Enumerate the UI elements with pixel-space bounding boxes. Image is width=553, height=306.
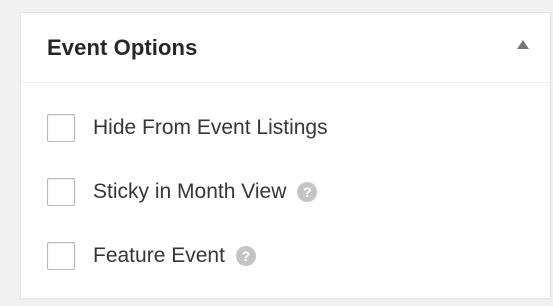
feature-event-checkbox[interactable] bbox=[47, 242, 75, 270]
event-options-panel: Event Options Hide From Event Listings S… bbox=[20, 12, 551, 299]
panel-header[interactable]: Event Options bbox=[21, 13, 550, 83]
panel-title: Event Options bbox=[47, 35, 198, 60]
feature-event-label[interactable]: Feature Event bbox=[93, 243, 225, 269]
option-feature-event: Feature Event ? bbox=[47, 239, 256, 273]
option-hide-from-event-listings: Hide From Event Listings bbox=[47, 111, 328, 145]
hide-from-event-listings-label[interactable]: Hide From Event Listings bbox=[93, 115, 328, 141]
triangle-up-icon[interactable] bbox=[517, 40, 529, 49]
help-icon[interactable]: ? bbox=[235, 246, 256, 266]
option-sticky-in-month-view: Sticky in Month View ? bbox=[47, 175, 318, 209]
sticky-in-month-view-label[interactable]: Sticky in Month View bbox=[93, 179, 286, 205]
sticky-in-month-view-checkbox[interactable] bbox=[47, 178, 75, 206]
help-icon[interactable]: ? bbox=[297, 182, 318, 202]
hide-from-event-listings-checkbox[interactable] bbox=[47, 114, 75, 142]
